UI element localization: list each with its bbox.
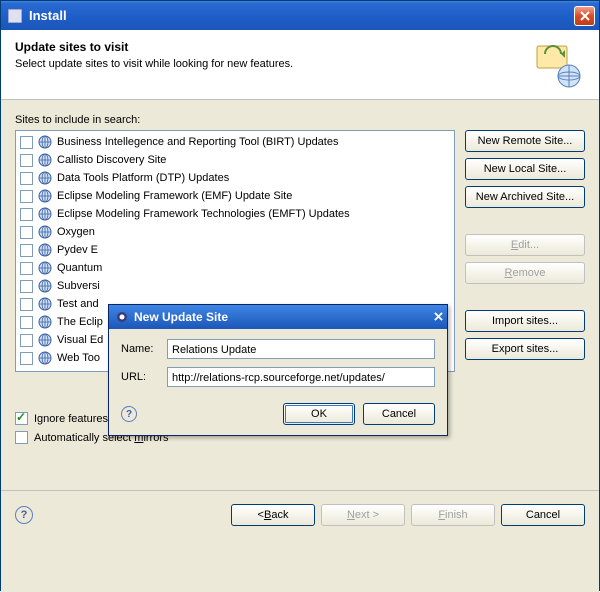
url-label: URL: — [121, 371, 161, 383]
dialog-cancel-button[interactable]: Cancel — [363, 403, 435, 425]
site-label: Test and — [57, 298, 99, 310]
site-list-item[interactable]: Eclipse Modeling Framework Technologies … — [18, 205, 452, 223]
site-list-item[interactable]: Data Tools Platform (DTP) Updates — [18, 169, 452, 187]
remove-button: Remove — [465, 262, 585, 284]
export-sites-button[interactable]: Export sites... — [465, 338, 585, 360]
site-checkbox[interactable] — [20, 154, 33, 167]
new-archived-site-button[interactable]: New Archived Site... — [465, 186, 585, 208]
site-checkbox[interactable] — [20, 280, 33, 293]
dialog-help-icon[interactable]: ? — [121, 406, 137, 422]
auto-select-mirrors-checkbox[interactable] — [15, 431, 28, 444]
back-button[interactable]: < Back — [231, 504, 315, 526]
site-checkbox[interactable] — [20, 136, 33, 149]
globe-icon — [37, 152, 53, 168]
url-input[interactable]: http://relations-rcp.sourceforge.net/upd… — [167, 367, 435, 387]
wizard-banner: Update sites to visit Select update site… — [1, 30, 599, 100]
site-label: Web Too — [57, 352, 100, 364]
help-icon[interactable]: ? — [15, 506, 33, 524]
site-label: The Eclip — [57, 316, 103, 328]
name-input[interactable]: Relations Update — [167, 339, 435, 359]
site-label: Pydev E — [57, 244, 98, 256]
dialog-ok-button[interactable]: OK — [283, 403, 355, 425]
site-checkbox[interactable] — [20, 208, 33, 221]
site-list-item[interactable]: Eclipse Modeling Framework (EMF) Update … — [18, 187, 452, 205]
site-label: Quantum — [57, 262, 102, 274]
globe-icon — [37, 224, 53, 240]
site-checkbox[interactable] — [20, 244, 33, 257]
window-close-button[interactable] — [574, 6, 595, 26]
site-checkbox[interactable] — [20, 352, 33, 365]
next-button: Next > — [321, 504, 405, 526]
cancel-button[interactable]: Cancel — [501, 504, 585, 526]
site-label: Visual Ed — [57, 334, 103, 346]
app-icon — [7, 8, 23, 24]
site-checkbox[interactable] — [20, 190, 33, 203]
import-sites-button[interactable]: Import sites... — [465, 310, 585, 332]
globe-icon — [37, 134, 53, 150]
site-checkbox[interactable] — [20, 334, 33, 347]
globe-icon — [37, 188, 53, 204]
globe-icon — [37, 260, 53, 276]
globe-icon — [37, 206, 53, 222]
site-list-item[interactable]: Business Intellegence and Reporting Tool… — [18, 133, 452, 151]
site-label: Business Intellegence and Reporting Tool… — [57, 136, 338, 148]
window-titlebar: Install — [1, 1, 599, 30]
dialog-title: New Update Site — [134, 310, 434, 324]
site-list-item[interactable]: Quantum — [18, 259, 452, 277]
eclipse-icon — [115, 310, 129, 324]
new-local-site-button[interactable]: New Local Site... — [465, 158, 585, 180]
site-label: Data Tools Platform (DTP) Updates — [57, 172, 229, 184]
sites-list-label: Sites to include in search: — [15, 114, 585, 126]
globe-icon — [37, 314, 53, 330]
globe-icon — [37, 332, 53, 348]
update-sites-icon — [535, 40, 585, 90]
dialog-close-button[interactable] — [434, 310, 443, 324]
site-list-item[interactable]: Subversi — [18, 277, 452, 295]
site-list-item[interactable]: Oxygen — [18, 223, 452, 241]
banner-description: Select update sites to visit while looki… — [15, 58, 535, 70]
site-label: Eclipse Modeling Framework Technologies … — [57, 208, 350, 220]
ignore-features-checkbox[interactable] — [15, 412, 28, 425]
globe-icon — [37, 170, 53, 186]
globe-icon — [37, 242, 53, 258]
site-list-item[interactable]: Pydev E — [18, 241, 452, 259]
new-remote-site-button[interactable]: New Remote Site... — [465, 130, 585, 152]
site-checkbox[interactable] — [20, 262, 33, 275]
site-label: Eclipse Modeling Framework (EMF) Update … — [57, 190, 292, 202]
finish-button: Finish — [411, 504, 495, 526]
site-checkbox[interactable] — [20, 298, 33, 311]
site-label: Oxygen — [57, 226, 95, 238]
dialog-titlebar: New Update Site — [109, 305, 447, 329]
banner-title: Update sites to visit — [15, 40, 535, 54]
site-label: Subversi — [57, 280, 100, 292]
site-label: Callisto Discovery Site — [57, 154, 166, 166]
window-title: Install — [29, 8, 574, 23]
edit-button: Edit... — [465, 234, 585, 256]
globe-icon — [37, 296, 53, 312]
wizard-footer: ? < Back Next > Finish Cancel — [1, 490, 599, 538]
site-list-item[interactable]: Callisto Discovery Site — [18, 151, 452, 169]
new-update-site-dialog: New Update Site Name: Relations Update U… — [108, 304, 448, 436]
site-checkbox[interactable] — [20, 226, 33, 239]
site-checkbox[interactable] — [20, 316, 33, 329]
globe-icon — [37, 350, 53, 366]
name-label: Name: — [121, 343, 161, 355]
globe-icon — [37, 278, 53, 294]
site-checkbox[interactable] — [20, 172, 33, 185]
